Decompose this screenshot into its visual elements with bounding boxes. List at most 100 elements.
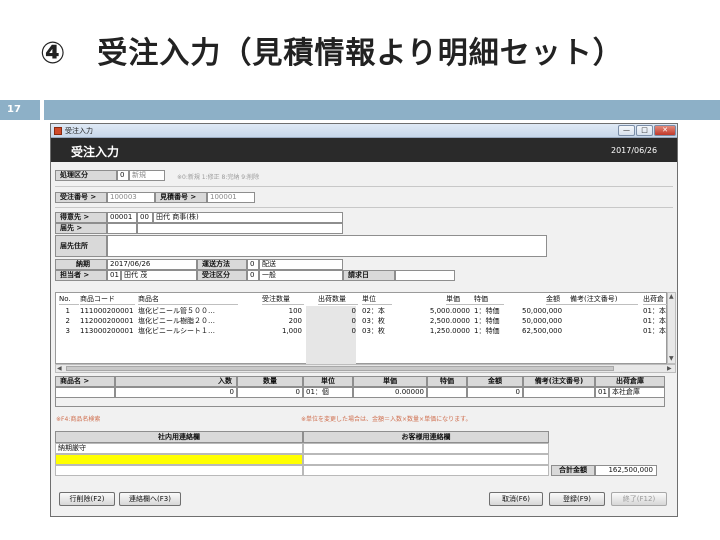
- column-header: 出荷倉: [643, 293, 667, 305]
- delivery-date-input[interactable]: 2017/06/26: [107, 259, 197, 270]
- ship-qty: 0: [306, 326, 356, 336]
- system-date: 2017/06/26: [611, 146, 658, 155]
- customer-memo-line-3[interactable]: [303, 465, 549, 476]
- internal-memo-line-2[interactable]: [55, 454, 303, 465]
- process-type-value: 新規: [129, 170, 165, 181]
- column-header: 備考(注文番号): [570, 293, 638, 305]
- shipping-method-code-input[interactable]: 0: [247, 259, 259, 270]
- scroll-down-icon[interactable]: ▼: [669, 355, 674, 362]
- quote-number-lookup[interactable]: 見積番号 >: [155, 192, 207, 203]
- product-name: 塩化ビニール樹脂２０…: [138, 317, 215, 325]
- remark: [570, 306, 638, 316]
- process-type-code-input[interactable]: 0: [117, 170, 129, 181]
- ship-to-code-input[interactable]: [107, 223, 137, 234]
- internal-memo-line-1[interactable]: 納期厳守: [55, 443, 303, 454]
- detail-special-input[interactable]: [427, 387, 467, 398]
- detail-remark-input[interactable]: [523, 387, 595, 398]
- detail-header: 備考(注文番号): [523, 376, 595, 387]
- customer-memo-line-1[interactable]: [303, 443, 549, 454]
- customer-name-field[interactable]: 田代 商事(株): [153, 212, 343, 223]
- f4-search-note: ※F4:商品名検索: [56, 416, 101, 423]
- detail-price-input[interactable]: 0.00000: [353, 387, 427, 398]
- scroll-up-icon[interactable]: ▲: [669, 293, 674, 300]
- table-horizontal-scrollbar[interactable]: ◀ ▶: [55, 364, 676, 373]
- minimize-button[interactable]: —: [618, 125, 635, 136]
- scrollbar-thumb[interactable]: [66, 366, 614, 371]
- customer-branch-input[interactable]: 00: [137, 212, 153, 223]
- order-number-field[interactable]: 100003: [107, 192, 155, 203]
- warehouse: 01：本: [643, 307, 666, 315]
- ship-address-label: 届先住所: [55, 235, 107, 257]
- quote-number-field[interactable]: 100001: [207, 192, 255, 203]
- customer-lookup[interactable]: 得意先 >: [55, 212, 107, 223]
- cancel-button[interactable]: 取消(F6): [489, 492, 543, 506]
- register-button[interactable]: 登録(F9): [549, 492, 605, 506]
- slide-divider-bar: [44, 100, 720, 120]
- window-titlebar: 受注入力 — □ ✕: [51, 124, 677, 138]
- order-type-code-input[interactable]: 0: [247, 270, 259, 281]
- table-row[interactable]: 3 113000200001 塩化ビニールシート１… 1,000 0 03：枚 …: [56, 326, 666, 336]
- slide-title: ④ 受注入力（見積情報より明細セット）: [40, 36, 624, 71]
- ship-address-field[interactable]: [107, 235, 547, 257]
- detail-header: 入数: [115, 376, 237, 387]
- unit-price: 1,250.0000: [429, 327, 470, 335]
- staff-code-input[interactable]: 01: [107, 270, 121, 281]
- detail-unit-select[interactable]: 01：個: [303, 387, 353, 398]
- column-header: 商品名: [138, 293, 238, 305]
- maximize-button[interactable]: □: [636, 125, 653, 136]
- detail-product-name-input[interactable]: [55, 387, 115, 398]
- unit-price: 5,000.0000: [429, 307, 470, 315]
- table-vertical-scrollbar[interactable]: ▲ ▼: [667, 292, 676, 364]
- detail-qty-input[interactable]: 0: [237, 387, 303, 398]
- unit: 03：枚: [362, 317, 385, 325]
- close-button[interactable]: ✕: [654, 125, 676, 136]
- amount: 50,000,000: [522, 317, 563, 325]
- detail-product-lookup[interactable]: 商品名 >: [55, 376, 115, 387]
- delivery-date-label: 納期: [55, 259, 107, 270]
- amount: 62,500,000: [522, 327, 563, 335]
- detail-warehouse-code-input[interactable]: 01: [595, 387, 609, 398]
- column-header: 特価: [474, 293, 504, 305]
- unit: 02：本: [362, 307, 385, 315]
- app-icon: [54, 127, 62, 135]
- total-amount-label: 合計金額: [551, 465, 595, 476]
- customer-memo-line-2[interactable]: [303, 454, 549, 465]
- delete-row-button[interactable]: 行削除(F2): [59, 492, 115, 506]
- detail-header: 出荷倉庫: [595, 376, 665, 387]
- order-qty: 100: [288, 307, 302, 315]
- row-no: 3: [65, 327, 70, 335]
- detail-header: 単価: [353, 376, 427, 387]
- screen-header: 受注入力 2017/06/26: [51, 138, 677, 162]
- empty-row-area[interactable]: [56, 336, 666, 364]
- customer-code-input[interactable]: 00001: [107, 212, 137, 223]
- scroll-left-icon[interactable]: ◀: [57, 365, 62, 372]
- remark: [570, 326, 638, 336]
- table-row[interactable]: 2 112000200001 塩化ビニール樹脂２０… 200 0 03：枚 2,…: [56, 316, 666, 326]
- memo-focus-button[interactable]: 連絡欄へ(F3): [119, 492, 181, 506]
- order-number-lookup[interactable]: 受注番号 >: [55, 192, 107, 203]
- ship-to-name-field[interactable]: [137, 223, 343, 234]
- detail-header: 金額: [467, 376, 523, 387]
- product-name: 塩化ビニールシート１…: [138, 327, 215, 335]
- detail-header: 単位: [303, 376, 353, 387]
- ship-to-lookup[interactable]: 届先 >: [55, 223, 107, 234]
- order-type-label: 受注区分: [197, 270, 247, 281]
- staff-lookup[interactable]: 担当者 >: [55, 270, 107, 281]
- internal-memo-line-3[interactable]: [55, 465, 303, 476]
- order-lines-table: No. 商品コード 商品名 受注数量 出荷数量 単位 単価 特価 金額 備考(注…: [55, 292, 667, 364]
- warehouse: 01：本: [643, 317, 666, 325]
- shipping-method-value: 配送: [259, 259, 343, 270]
- column-header: No.: [59, 293, 79, 305]
- special-price: 1：特価: [474, 317, 500, 325]
- divider: [55, 186, 673, 187]
- table-row[interactable]: 1 111000200001 塩化ビニール管５００… 100 0 02：本 5,…: [56, 306, 666, 316]
- scroll-right-icon[interactable]: ▶: [667, 365, 672, 372]
- row-no: 1: [65, 307, 70, 315]
- unit-price: 2,500.0000: [429, 317, 470, 325]
- invoice-date-input[interactable]: [395, 270, 455, 281]
- window-title: 受注入力: [65, 127, 93, 135]
- end-button[interactable]: 終了(F12): [611, 492, 667, 506]
- order-type-value: 一般: [259, 270, 343, 281]
- detail-irisu-input[interactable]: 0: [115, 387, 237, 398]
- divider: [55, 207, 673, 208]
